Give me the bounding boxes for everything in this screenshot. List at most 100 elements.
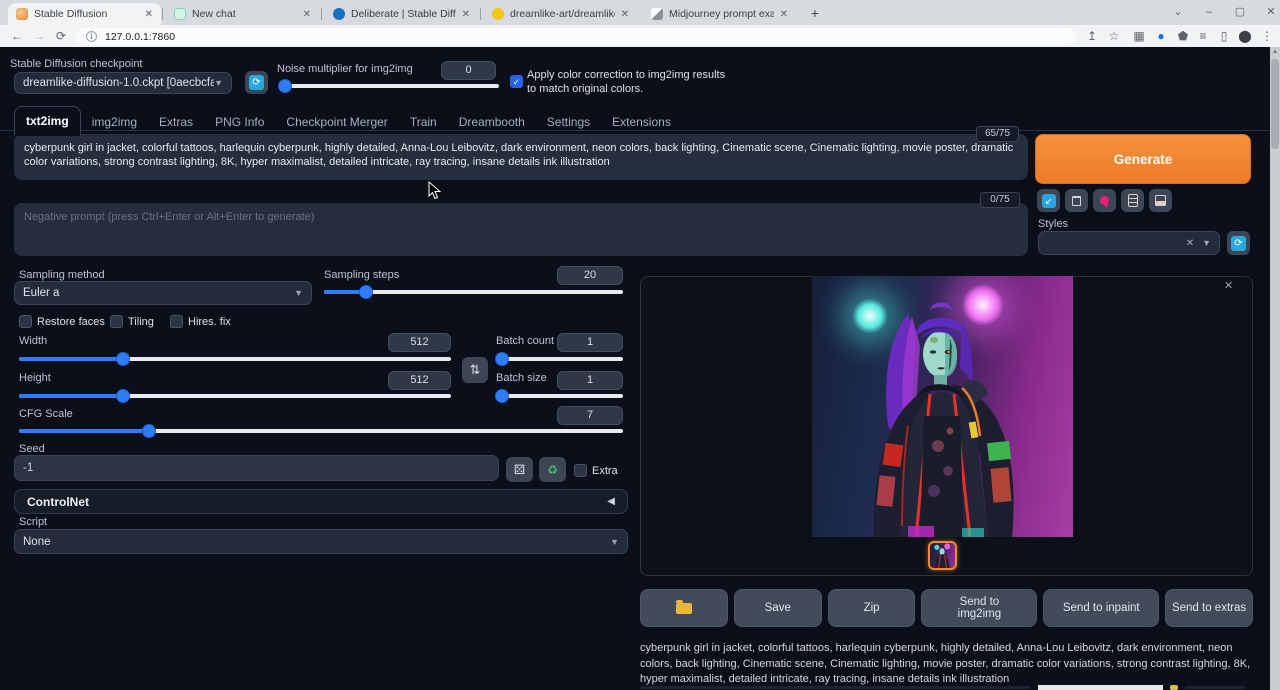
slider-knob[interactable] (360, 286, 372, 298)
reading-list-icon[interactable]: ≡ (1194, 27, 1212, 45)
send-to-inpaint-button[interactable]: Send to inpaint (1043, 589, 1159, 627)
slider-knob[interactable] (496, 353, 508, 365)
batch-size-slider[interactable] (496, 390, 623, 402)
extension-blue-icon[interactable]: ● (1152, 27, 1170, 45)
sampling-steps-slider[interactable] (324, 286, 623, 298)
slider-knob[interactable] (117, 353, 129, 365)
profile-avatar[interactable]: ⬤ (1236, 27, 1254, 45)
width-slider[interactable] (19, 353, 451, 365)
tab-close-icon[interactable]: ✕ (780, 9, 788, 20)
tab-train[interactable]: Train (399, 108, 448, 136)
checkpoint-dropdown[interactable]: dreamlike-diffusion-1.0.ckpt [0aecbcfa2c… (14, 72, 232, 94)
extra-networks-button[interactable] (1093, 189, 1116, 212)
new-tab-button[interactable]: + (806, 5, 824, 23)
save-style-button[interactable] (1149, 189, 1172, 212)
save-button[interactable]: Save (734, 589, 822, 627)
browser-menu-icon[interactable]: ⋮ (1258, 27, 1276, 45)
noise-multiplier-slider[interactable] (281, 80, 499, 92)
close-gallery-icon[interactable]: ✕ (1224, 279, 1233, 292)
window-maximize-icon[interactable]: ▢ (1227, 2, 1253, 22)
tab-img2img[interactable]: img2img (81, 108, 148, 136)
collapse-arrow-icon: ◀ (607, 496, 615, 507)
color-correction-checkbox[interactable]: ✓ (510, 75, 523, 88)
window-minimize-icon[interactable]: – (1196, 2, 1222, 22)
noise-multiplier-value[interactable]: 0 (441, 61, 496, 80)
reuse-seed-button[interactable]: ♻ (539, 457, 566, 482)
random-seed-button[interactable]: ⚄ (506, 457, 533, 482)
tab-close-icon[interactable]: ✕ (303, 9, 311, 20)
sidebar-icon[interactable]: ▯ (1215, 27, 1233, 45)
refresh-styles-button[interactable]: ⟳ (1227, 231, 1250, 255)
slider-knob[interactable] (117, 390, 129, 402)
controlnet-accordion[interactable]: ControlNet ◀ (14, 489, 628, 514)
browser-tab-midjourney[interactable]: Midjourney prompt examples : L ✕ (643, 3, 796, 25)
site-info-icon[interactable]: i (86, 31, 97, 42)
address-bar[interactable]: i 127.0.0.1:7860 (76, 28, 1076, 45)
cfg-scale-value[interactable]: 7 (557, 406, 623, 425)
tab-extras[interactable]: Extras (148, 108, 204, 136)
tab-close-icon[interactable]: ✕ (621, 9, 629, 20)
tab-txt2img[interactable]: txt2img (14, 106, 81, 136)
browser-tab-dreamlike[interactable]: dreamlike-art/dreamlike-diffusio ✕ (484, 3, 637, 25)
swap-dimensions-button[interactable]: ⇅ (462, 357, 488, 383)
negative-prompt-textarea[interactable]: Negative prompt (press Ctrl+Enter or Alt… (14, 203, 1028, 256)
read-params-button[interactable]: ↙ (1037, 189, 1060, 212)
sampling-method-dropdown[interactable]: Euler a ▼ (14, 281, 312, 305)
scroll-up-icon[interactable]: ▲ (1270, 49, 1280, 55)
cfg-scale-label: CFG Scale (19, 408, 73, 420)
extra-seed-checkbox[interactable] (574, 464, 587, 477)
tab-png-info[interactable]: PNG Info (204, 108, 275, 136)
clear-prompt-button[interactable] (1065, 189, 1088, 212)
height-slider[interactable] (19, 390, 451, 402)
tab-extensions[interactable]: Extensions (601, 108, 682, 136)
refresh-checkpoint-button[interactable]: ⟳ (245, 71, 268, 94)
generated-image[interactable] (812, 276, 1073, 537)
tab-settings[interactable]: Settings (536, 108, 601, 136)
slider-knob[interactable] (496, 390, 508, 402)
cfg-scale-slider[interactable] (19, 425, 623, 437)
prompt-textarea[interactable]: cyberpunk girl in jacket, colorful tatto… (14, 134, 1028, 180)
tab-checkpoint-merger[interactable]: Checkpoint Merger (275, 108, 398, 136)
slider-knob[interactable] (279, 80, 291, 92)
window-close-icon[interactable]: ✕ (1258, 2, 1280, 22)
styles-dropdown[interactable]: ✕ ▼ (1038, 231, 1220, 255)
page-scrollbar[interactable]: ▲ (1270, 47, 1280, 690)
browser-tab-new-chat[interactable]: New chat ✕ (166, 3, 319, 25)
gallery-thumbnail[interactable] (928, 541, 957, 570)
seed-input[interactable]: -1 (14, 455, 499, 481)
apply-style-button[interactable] (1121, 189, 1144, 212)
share-icon[interactable]: ↥ (1083, 27, 1101, 45)
browser-tab-deliberate[interactable]: Deliberate | Stable Diffusion Che ✕ (325, 3, 478, 25)
open-folder-button[interactable] (640, 589, 728, 627)
batch-size-value[interactable]: 1 (557, 371, 623, 390)
zip-button[interactable]: Zip (828, 589, 916, 627)
hires-fix-checkbox[interactable] (170, 315, 183, 328)
browser-tab-stable-diffusion[interactable]: Stable Diffusion ✕ (8, 3, 161, 25)
batch-count-value[interactable]: 1 (557, 333, 623, 352)
generate-button[interactable]: Generate (1035, 134, 1251, 184)
sampling-steps-value[interactable]: 20 (557, 266, 623, 285)
back-icon[interactable]: ← (8, 27, 26, 45)
scrollbar-thumb[interactable] (1271, 59, 1279, 149)
tab-close-icon[interactable]: ✕ (145, 9, 153, 20)
extension-pin-icon[interactable]: ⬟ (1174, 27, 1192, 45)
window-menu-icon[interactable]: ⌄ (1165, 2, 1191, 22)
script-dropdown[interactable]: None ▼ (14, 529, 628, 554)
restore-faces-checkbox[interactable] (19, 315, 32, 328)
tab-close-icon[interactable]: ✕ (462, 9, 470, 20)
send-to-img2img-button[interactable]: Send to img2img (921, 589, 1037, 627)
tiling-checkbox[interactable] (110, 315, 123, 328)
forward-icon[interactable]: → (30, 27, 48, 45)
clear-styles-icon[interactable]: ✕ (1186, 238, 1194, 249)
height-value[interactable]: 512 (388, 371, 451, 390)
chevron-down-icon: ▼ (214, 78, 223, 88)
hires-fix-label: Hires. fix (188, 316, 231, 328)
width-value[interactable]: 512 (388, 333, 451, 352)
slider-knob[interactable] (143, 425, 155, 437)
bookmark-star-icon[interactable]: ☆ (1105, 27, 1123, 45)
reload-icon[interactable]: ⟳ (52, 27, 70, 45)
batch-count-slider[interactable] (496, 353, 623, 365)
tab-dreambooth[interactable]: Dreambooth (448, 108, 536, 136)
apps-grid-icon[interactable]: ▦ (1130, 27, 1148, 45)
send-to-extras-button[interactable]: Send to extras (1165, 589, 1253, 627)
